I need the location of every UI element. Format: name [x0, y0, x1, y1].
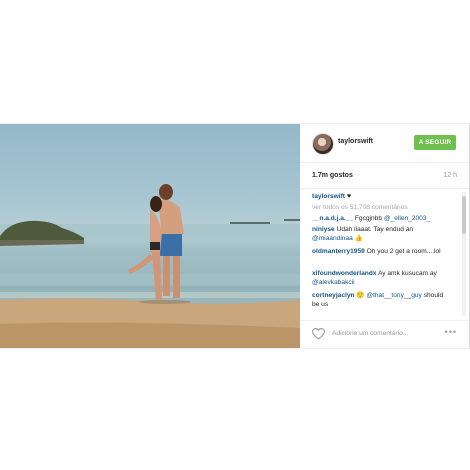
comment-text-end: 👍 — [352, 235, 363, 242]
caption-text: ♥ — [346, 193, 351, 200]
author-username[interactable]: taylorswift — [338, 138, 373, 145]
comment-mention[interactable]: @miaandinaa — [312, 235, 353, 242]
comment-text: Oh you 2 get a room....lol — [364, 248, 441, 255]
comment-footer: Adicione um comentário... ••• — [300, 320, 469, 349]
avatar[interactable] — [312, 133, 334, 155]
post-photo[interactable] — [0, 124, 300, 348]
likes-count[interactable]: 1.7m gostos — [312, 172, 353, 179]
comment: oldmanterry1959 Oh you 2 get a room....l… — [312, 247, 452, 256]
post-frame: taylorswift A SEGUIR 1.7m gostos 12 h ta… — [0, 123, 470, 349]
post-time[interactable]: 12 h — [443, 172, 457, 179]
heart-icon[interactable] — [312, 328, 325, 340]
post-stats: 1.7m gostos 12 h — [300, 162, 469, 189]
comment-mention[interactable]: @that__tony__guy — [366, 292, 421, 299]
more-options-icon[interactable]: ••• — [445, 327, 457, 337]
comment-mention[interactable]: @_ellen_2003_ — [384, 215, 430, 222]
comment-username[interactable]: cortneyjaclyn — [312, 292, 355, 299]
comments-list: taylorswift ♥ ver todos os 51,708 coment… — [300, 188, 469, 316]
comment-username[interactable]: niniyse — [312, 226, 335, 233]
follow-button[interactable]: A SEGUIR — [414, 135, 456, 150]
add-comment-input[interactable]: Adicione um comentário... — [332, 330, 408, 337]
comment-text: Fgcgjnbb — [353, 215, 384, 222]
beach-kiss-photo — [0, 184, 300, 348]
post-header: taylorswift A SEGUIR — [300, 124, 469, 163]
comment: cortneyjaclyn 🙂 @that__tony__guy should … — [312, 291, 452, 309]
comment-username[interactable]: oldmanterry1959 — [312, 248, 365, 255]
comment-text: Udah liaaat. Tay endud an — [334, 226, 414, 233]
comment-text: 🙂 — [354, 292, 367, 299]
comment-username[interactable]: __n.a.d.j.a.__ — [312, 215, 353, 222]
post-details-panel: taylorswift A SEGUIR 1.7m gostos 12 h ta… — [300, 124, 469, 348]
comment-text: Ay amk kusucam ay — [376, 270, 437, 277]
comment: __n.a.d.j.a.__ Fgcgjnbb @_ellen_2003_ — [312, 214, 452, 223]
comment: niniyse Udah liaaat. Tay endud an @miaan… — [312, 225, 452, 243]
comments-scrollbar-thumb[interactable] — [462, 196, 466, 234]
comment: xifoundwonderlandx Ay amk kusucam ay @al… — [312, 269, 452, 287]
view-all-comments-link[interactable]: ver todos os 51,708 comentários — [312, 203, 452, 212]
comment-username[interactable]: xifoundwonderlandx — [312, 270, 376, 277]
caption-username[interactable]: taylorswift — [312, 193, 345, 200]
comment-mention[interactable]: @alevkabakcii — [312, 279, 355, 286]
caption: taylorswift ♥ — [312, 192, 452, 201]
